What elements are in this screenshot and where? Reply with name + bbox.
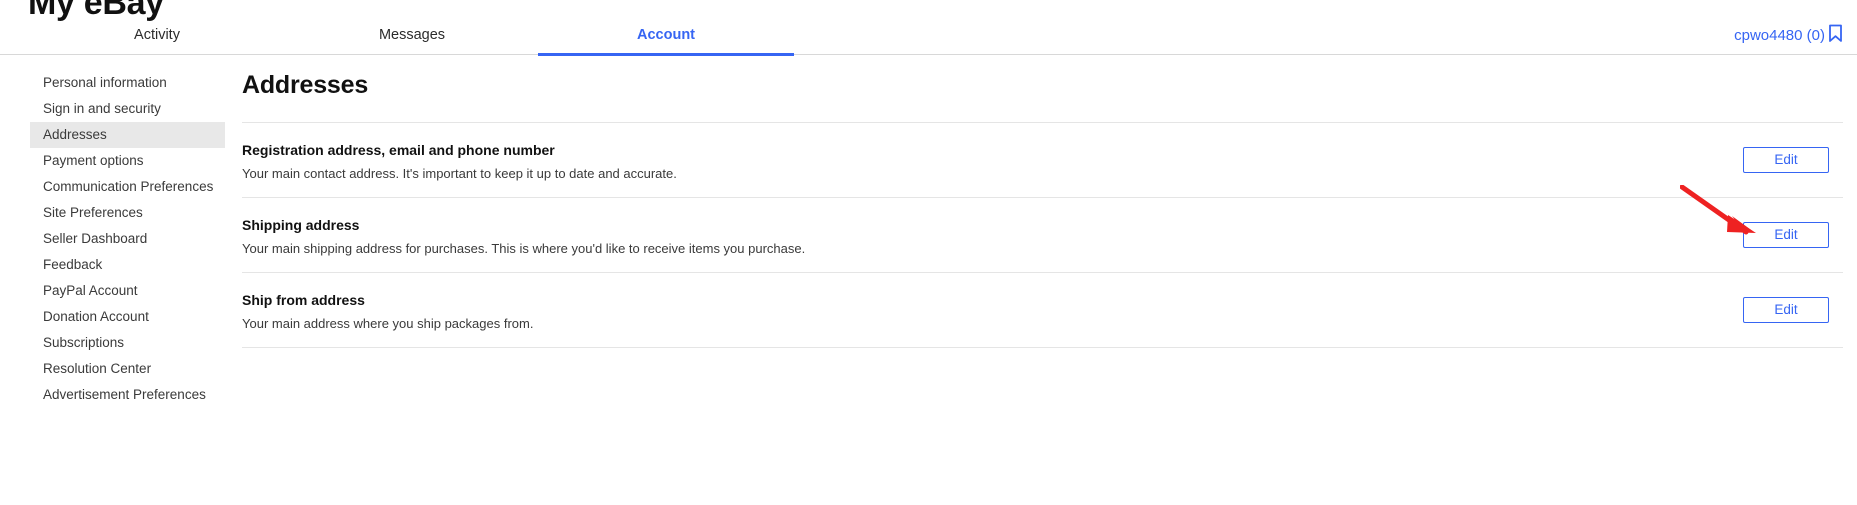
table-row: Ship from address Your main address wher…	[242, 272, 1843, 347]
account-sidebar: Personal information Sign in and securit…	[30, 70, 225, 408]
ship-from-address-edit-button[interactable]: Edit	[1743, 297, 1829, 323]
sidebar-item-feedback[interactable]: Feedback	[30, 252, 225, 278]
page-title: My eBay	[28, 0, 164, 22]
sidebar-item-resolution-center[interactable]: Resolution Center	[30, 356, 225, 382]
tab-messages[interactable]: Messages	[286, 22, 538, 55]
sidebar-item-subscriptions[interactable]: Subscriptions	[30, 330, 225, 356]
sidebar-item-addresses[interactable]: Addresses	[30, 122, 225, 148]
addresses-panel: Addresses Registration address, email an…	[242, 70, 1843, 348]
top-tab-bar: Activity Messages Account	[0, 22, 1857, 55]
sidebar-item-sign-in-and-security[interactable]: Sign in and security	[30, 96, 225, 122]
sidebar-item-communication-preferences[interactable]: Communication Preferences	[30, 174, 225, 200]
ship-from-address-info: Ship from address Your main address wher…	[242, 289, 1743, 332]
sidebar-item-payment-options[interactable]: Payment options	[30, 148, 225, 174]
shipping-address-title: Shipping address	[242, 216, 1743, 234]
tab-account[interactable]: Account	[538, 22, 794, 55]
addresses-heading: Addresses	[242, 70, 1843, 100]
registration-address-edit-button[interactable]: Edit	[1743, 147, 1829, 173]
sidebar-item-personal-information[interactable]: Personal information	[30, 70, 225, 96]
sidebar-item-site-preferences[interactable]: Site Preferences	[30, 200, 225, 226]
registration-address-info: Registration address, email and phone nu…	[242, 139, 1743, 182]
bookmark-icon[interactable]	[1828, 24, 1843, 47]
shipping-address-description: Your main shipping address for purchases…	[242, 240, 1743, 257]
table-row: Shipping address Your main shipping addr…	[242, 197, 1843, 272]
username-label: cpwo4480 (0)	[1734, 27, 1825, 44]
tab-activity[interactable]: Activity	[28, 22, 286, 55]
sidebar-item-donation-account[interactable]: Donation Account	[30, 304, 225, 330]
shipping-address-edit-button[interactable]: Edit	[1743, 222, 1829, 248]
sidebar-item-paypal-account[interactable]: PayPal Account	[30, 278, 225, 304]
list-bottom-divider	[242, 347, 1843, 348]
ship-from-address-title: Ship from address	[242, 291, 1743, 309]
sidebar-item-seller-dashboard[interactable]: Seller Dashboard	[30, 226, 225, 252]
registration-address-description: Your main contact address. It's importan…	[242, 165, 1743, 182]
shipping-address-info: Shipping address Your main shipping addr…	[242, 214, 1743, 257]
registration-address-title: Registration address, email and phone nu…	[242, 141, 1743, 159]
ship-from-address-description: Your main address where you ship package…	[242, 315, 1743, 332]
my-ebay-account-page: My eBay Activity Messages Account cpwo44…	[0, 0, 1857, 505]
user-account-link[interactable]: cpwo4480 (0)	[1734, 24, 1843, 47]
sidebar-item-advertisement-preferences[interactable]: Advertisement Preferences	[30, 382, 225, 408]
table-row: Registration address, email and phone nu…	[242, 122, 1843, 197]
